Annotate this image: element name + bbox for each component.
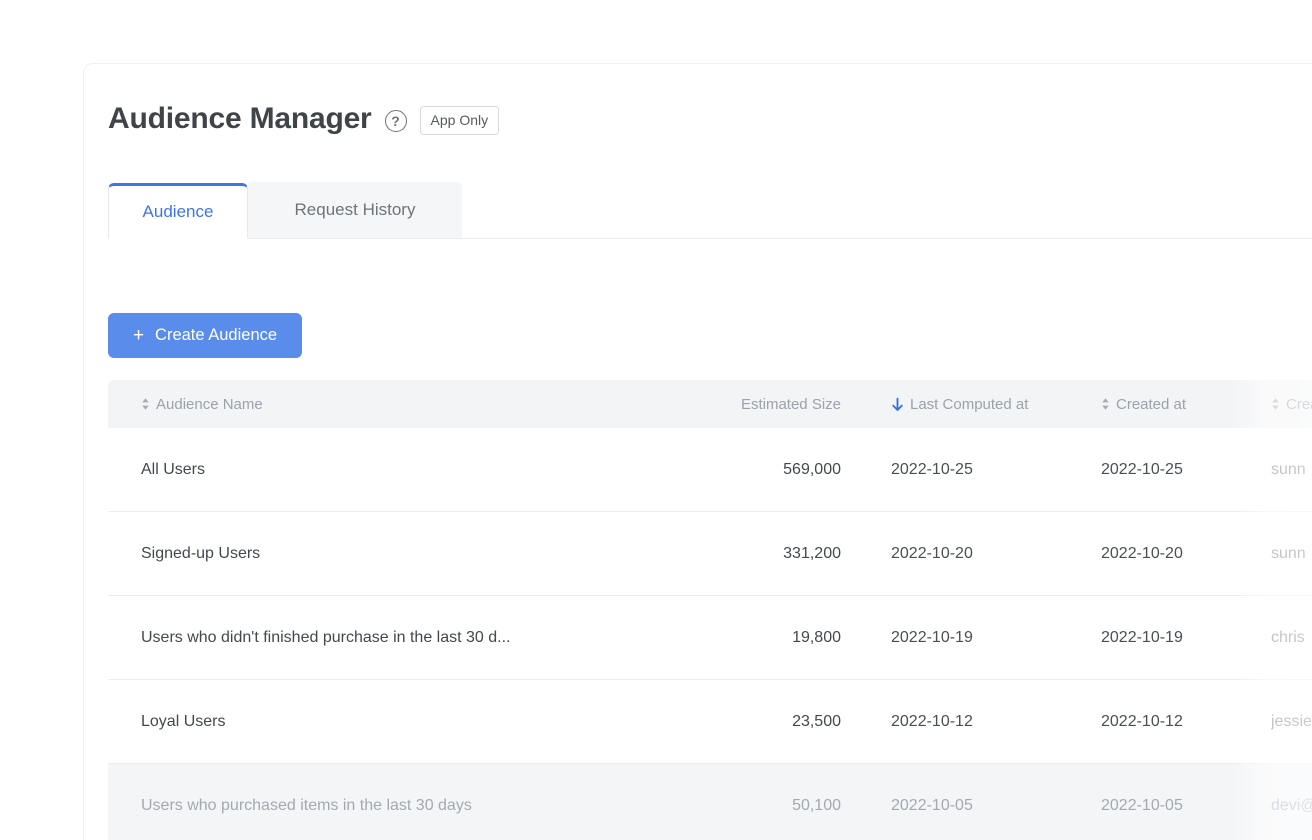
page-root: Audience Manager ? App Only Audience Req…: [0, 0, 1312, 840]
estimated-size-cell: 19,800: [608, 629, 841, 647]
sort-both-icon: [141, 397, 150, 411]
sort-both-icon: [1101, 397, 1110, 411]
column-header-created-by[interactable]: Created by: [1271, 396, 1312, 413]
column-header-last-computed[interactable]: Last Computed at: [841, 396, 1101, 413]
audience-name-cell: Users who purchased items in the last 30…: [108, 797, 608, 815]
table-row[interactable]: Users who purchased items in the last 30…: [108, 764, 1312, 840]
created-at-cell: 2022-10-25: [1101, 461, 1271, 479]
audience-manager-card: Audience Manager ? App Only Audience Req…: [83, 63, 1312, 840]
table-header-row: Audience Name Estimated Size Last Comput…: [108, 380, 1312, 428]
page-title: Audience Manager: [108, 102, 372, 136]
table-row[interactable]: Users who didn't finished purchase in th…: [108, 596, 1312, 680]
column-label: Estimated Size: [741, 396, 841, 413]
help-icon[interactable]: ?: [385, 110, 407, 132]
page-header: Audience Manager ? App Only: [108, 97, 1312, 141]
last-computed-cell: 2022-10-19: [841, 629, 1101, 647]
audience-name-cell: Loyal Users: [108, 713, 608, 731]
tab-request-history[interactable]: Request History: [248, 182, 462, 238]
created-at-cell: 2022-10-12: [1101, 713, 1271, 731]
last-computed-cell: 2022-10-05: [841, 797, 1101, 815]
column-header-audience-name[interactable]: Audience Name: [108, 396, 608, 413]
table-row[interactable]: All Users 569,000 2022-10-25 2022-10-25 …: [108, 428, 1312, 512]
plus-icon: +: [133, 326, 144, 345]
audience-table: Audience Name Estimated Size Last Comput…: [108, 380, 1312, 840]
table-row[interactable]: Loyal Users 23,500 2022-10-12 2022-10-12…: [108, 680, 1312, 764]
created-at-cell: 2022-10-20: [1101, 545, 1271, 563]
column-header-estimated-size[interactable]: Estimated Size: [608, 396, 841, 413]
audience-name-cell: All Users: [108, 461, 608, 479]
column-header-created-at[interactable]: Created at: [1101, 396, 1271, 413]
tab-audience[interactable]: Audience: [108, 183, 248, 239]
sort-both-icon: [1271, 397, 1280, 411]
last-computed-cell: 2022-10-25: [841, 461, 1101, 479]
estimated-size-cell: 50,100: [608, 797, 841, 815]
create-audience-button[interactable]: + Create Audience: [108, 313, 302, 358]
audience-name-cell: Signed-up Users: [108, 545, 608, 563]
estimated-size-cell: 569,000: [608, 461, 841, 479]
table-row[interactable]: Signed-up Users 331,200 2022-10-20 2022-…: [108, 512, 1312, 596]
created-at-cell: 2022-10-19: [1101, 629, 1271, 647]
card-content: Audience Manager ? App Only Audience Req…: [84, 64, 1312, 840]
created-by-cell: chris: [1271, 629, 1312, 647]
estimated-size-cell: 23,500: [608, 713, 841, 731]
audience-name-cell: Users who didn't finished purchase in th…: [108, 629, 608, 647]
created-by-cell: sunn: [1271, 461, 1312, 479]
column-label: Last Computed at: [910, 396, 1028, 413]
column-label: Created by: [1286, 396, 1312, 413]
last-computed-cell: 2022-10-20: [841, 545, 1101, 563]
estimated-size-cell: 331,200: [608, 545, 841, 563]
last-computed-cell: 2022-10-12: [841, 713, 1101, 731]
column-label: Audience Name: [156, 396, 263, 413]
create-audience-label: Create Audience: [155, 326, 277, 345]
app-only-badge: App Only: [420, 106, 500, 135]
sort-desc-icon: [891, 397, 904, 412]
tab-bar: Audience Request History: [108, 182, 1312, 239]
created-by-cell: sunn: [1271, 545, 1312, 563]
created-by-cell: jessie: [1271, 713, 1312, 731]
created-by-cell: devi@: [1271, 797, 1312, 815]
created-at-cell: 2022-10-05: [1101, 797, 1271, 815]
column-label: Created at: [1116, 396, 1186, 413]
